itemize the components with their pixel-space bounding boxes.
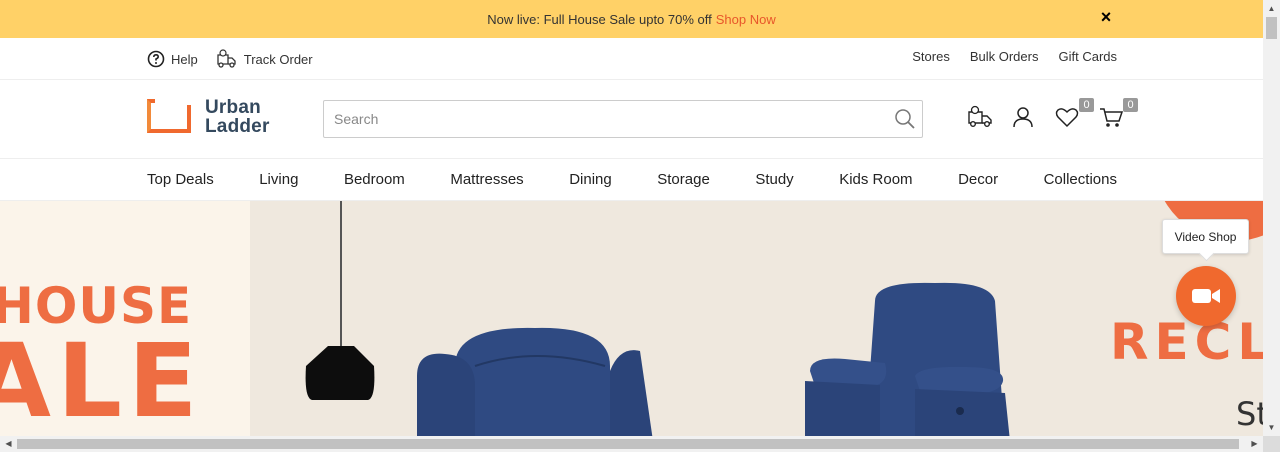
gift-cards-link[interactable]: Gift Cards — [1058, 49, 1117, 64]
nav-item-storage[interactable]: Storage — [657, 171, 710, 188]
track-order-link[interactable]: Track Order — [216, 49, 313, 69]
heart-icon — [1055, 108, 1079, 128]
horizontal-scroll-thumb[interactable] — [17, 439, 1239, 449]
vertical-scrollbar[interactable]: ▲ ▼ — [1263, 0, 1280, 436]
nav-item-top-deals[interactable]: Top Deals — [147, 171, 214, 188]
delivery-truck-button[interactable] — [966, 104, 992, 130]
stores-link[interactable]: Stores — [912, 49, 950, 64]
help-label: Help — [171, 51, 198, 67]
truck-icon — [968, 105, 992, 128]
category-nav: Top Deals Living Bedroom Mattresses Dini… — [0, 159, 1263, 201]
announcement-bar: Now live: Full House Sale upto 70% off S… — [0, 0, 1263, 38]
nav-item-mattresses[interactable]: Mattresses — [450, 171, 523, 188]
vertical-scroll-thumb[interactable] — [1266, 17, 1277, 39]
hero-banner[interactable]: HOUSE ALE RECL St — [0, 201, 1263, 436]
close-icon[interactable]: × — [1098, 8, 1114, 26]
video-shop-button[interactable] — [1176, 266, 1236, 326]
scroll-up-arrow-icon[interactable]: ▲ — [1263, 0, 1280, 17]
logo-text: Urban Ladder — [205, 98, 270, 136]
help-link[interactable]: Help — [147, 50, 198, 68]
urban-ladder-logo[interactable]: Urban Ladder — [147, 97, 270, 136]
nav-item-dining[interactable]: Dining — [569, 171, 612, 188]
track-order-icon — [217, 49, 236, 68]
wishlist-count-badge: 0 — [1079, 98, 1094, 112]
search-icon[interactable] — [894, 108, 916, 130]
scroll-right-arrow-icon[interactable]: ▶ — [1246, 436, 1263, 452]
wishlist-button[interactable]: 0 — [1054, 98, 1094, 130]
video-shop-label: Video Shop — [1174, 229, 1237, 244]
logo-line-2: Ladder — [205, 116, 270, 137]
scrollbar-corner — [1263, 436, 1280, 452]
search-box — [323, 100, 923, 138]
bulk-orders-link[interactable]: Bulk Orders — [970, 49, 1039, 64]
cart-count-badge: 0 — [1123, 98, 1138, 112]
nav-item-kids-room[interactable]: Kids Room — [839, 171, 912, 188]
logo-mark-icon — [147, 97, 195, 135]
cart-icon — [1100, 108, 1124, 127]
user-icon — [1013, 107, 1033, 128]
profile-button[interactable] — [1010, 104, 1036, 130]
hero-right-heading: RECL — [1110, 313, 1263, 371]
pendant-lamp-image — [305, 201, 375, 400]
cart-button[interactable]: 0 — [1098, 98, 1138, 130]
nav-item-decor[interactable]: Decor — [958, 171, 998, 188]
shop-now-link[interactable]: Shop Now — [716, 12, 776, 27]
video-camera-icon — [1192, 289, 1220, 303]
logo-line-1: Urban — [205, 97, 261, 118]
search-input[interactable] — [324, 101, 884, 137]
hero-heading-line-2: ALE — [0, 322, 204, 437]
track-order-label: Track Order — [243, 51, 313, 67]
nav-item-living[interactable]: Living — [259, 171, 298, 188]
video-shop-tooltip[interactable]: Video Shop — [1162, 219, 1249, 254]
main-header: Urban Ladder Search 0 0 — [0, 80, 1263, 159]
recliner-chair-image-2 — [805, 282, 1010, 436]
utility-bar: Help Track Order Stores Bulk Orders Gift… — [0, 38, 1263, 80]
scroll-left-arrow-icon[interactable]: ◀ — [0, 436, 17, 452]
scroll-down-arrow-icon[interactable]: ▼ — [1263, 419, 1280, 436]
recliner-chair-image — [417, 327, 653, 436]
hero-right-subheading: St — [1236, 395, 1263, 433]
help-icon — [147, 50, 165, 68]
nav-item-collections[interactable]: Collections — [1044, 171, 1117, 188]
nav-item-study[interactable]: Study — [755, 171, 793, 188]
horizontal-scrollbar[interactable]: ◀ ▶ — [0, 436, 1280, 452]
nav-item-bedroom[interactable]: Bedroom — [344, 171, 405, 188]
announcement-text: Now live: Full House Sale upto 70% off — [487, 11, 712, 27]
